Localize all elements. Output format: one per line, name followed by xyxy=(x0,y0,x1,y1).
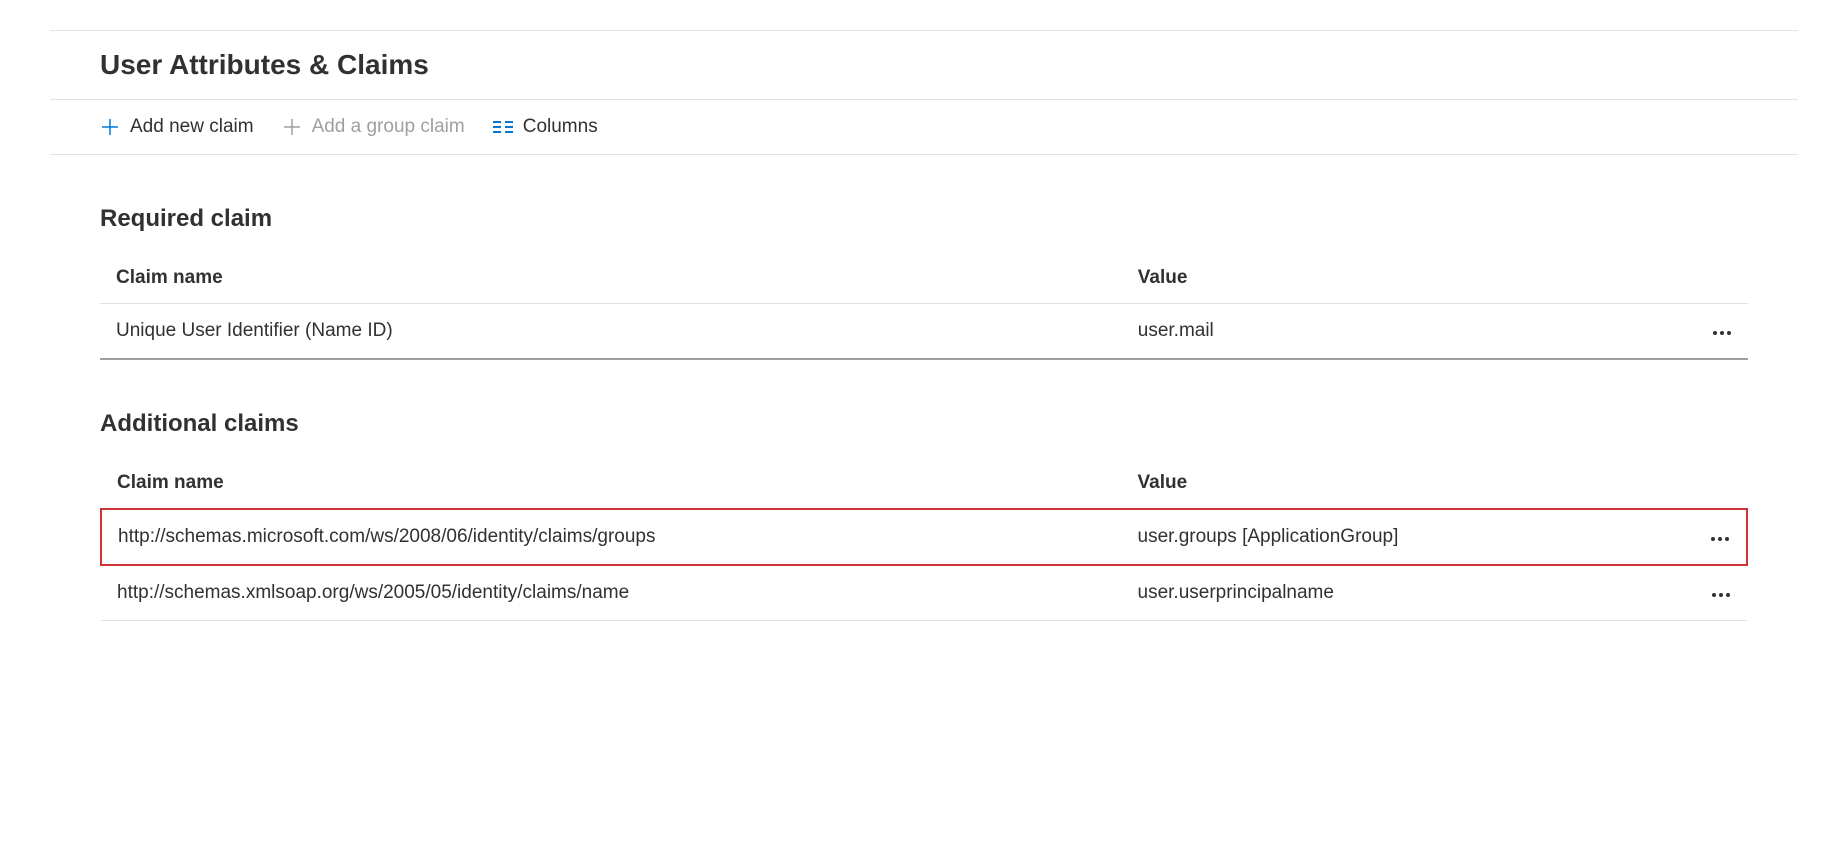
required-claims-table: Claim name Value Unique User Identifier … xyxy=(100,253,1748,360)
col-header-action xyxy=(1648,458,1747,509)
claim-value-cell: user.userprincipalname xyxy=(1122,565,1649,621)
more-options-button[interactable] xyxy=(1712,330,1732,336)
claim-value-cell: user.groups [ApplicationGroup] xyxy=(1122,509,1649,565)
more-options-button[interactable] xyxy=(1710,536,1730,542)
ellipsis-icon xyxy=(1711,592,1731,598)
add-group-claim-button: Add a group claim xyxy=(282,116,465,138)
plus-icon xyxy=(100,117,120,137)
col-header-name: Claim name xyxy=(100,253,1122,304)
add-group-claim-label: Add a group claim xyxy=(312,116,465,138)
columns-icon xyxy=(493,117,513,137)
table-row[interactable]: http://schemas.xmlsoap.org/ws/2005/05/id… xyxy=(101,565,1747,621)
col-header-name: Claim name xyxy=(101,458,1122,509)
columns-button[interactable]: Columns xyxy=(493,116,598,138)
col-header-value: Value xyxy=(1122,458,1649,509)
additional-claims-title: Additional claims xyxy=(100,410,1748,438)
page-title: User Attributes & Claims xyxy=(50,30,1798,100)
claim-value-cell: user.mail xyxy=(1122,304,1649,360)
content: Required claim Claim name Value Unique U… xyxy=(50,155,1798,671)
additional-claims-table: Claim name Value http://schemas.microsof… xyxy=(100,458,1748,621)
required-claim-title: Required claim xyxy=(100,205,1748,233)
col-header-action xyxy=(1649,253,1748,304)
columns-label: Columns xyxy=(523,116,598,138)
toolbar: Add new claim Add a group claim Columns xyxy=(50,100,1798,155)
claim-name-cell: http://schemas.xmlsoap.org/ws/2005/05/id… xyxy=(101,565,1122,621)
ellipsis-icon xyxy=(1710,536,1730,542)
claim-name-cell: Unique User Identifier (Name ID) xyxy=(100,304,1122,360)
ellipsis-icon xyxy=(1712,330,1732,336)
add-new-claim-button[interactable]: Add new claim xyxy=(100,116,254,138)
plus-icon xyxy=(282,117,302,137)
col-header-value: Value xyxy=(1122,253,1649,304)
table-row[interactable]: Unique User Identifier (Name ID) user.ma… xyxy=(100,304,1748,360)
more-options-button[interactable] xyxy=(1711,592,1731,598)
claim-name-cell: http://schemas.microsoft.com/ws/2008/06/… xyxy=(101,509,1122,565)
add-new-claim-label: Add new claim xyxy=(130,116,254,138)
table-row[interactable]: http://schemas.microsoft.com/ws/2008/06/… xyxy=(101,509,1747,565)
